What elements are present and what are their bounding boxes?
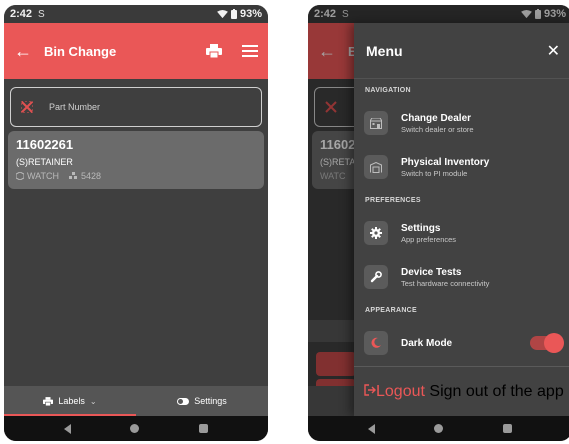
nav-recents-icon[interactable] (503, 424, 513, 433)
tab-labels-label: Labels (58, 396, 85, 406)
tab-labels[interactable]: Labels ⌄ (4, 386, 136, 416)
menu-item-sub: Switch dealer or store (401, 124, 474, 134)
menu-header: Menu ✕ (354, 23, 569, 79)
app-bar: ← Bin Change (4, 23, 268, 79)
box-icon (16, 172, 24, 180)
menu-item-settings[interactable]: Settings App preferences (354, 211, 569, 255)
menu-item-label: Change Dealer (401, 112, 472, 124)
section-navigation: NAVIGATION (365, 86, 411, 94)
logout-sub: Sign out of the app (429, 382, 564, 400)
wifi-icon (217, 9, 228, 18)
menu-item-change-dealer[interactable]: Change Dealer Switch dealer or store (354, 101, 569, 145)
menu-item-sub: Test hardware connectivity (401, 278, 490, 288)
printer-icon[interactable] (206, 44, 222, 58)
part-location: WATCH (27, 171, 59, 181)
logout-button[interactable]: Logout Sign out of the app (354, 366, 569, 416)
page-title: Bin Change (44, 43, 117, 59)
part-number-input[interactable]: Part Number (10, 87, 262, 127)
menu-item-label: Physical Inventory (401, 156, 490, 168)
part-description: (S)RETAINER (16, 157, 73, 167)
toggle-knob (544, 333, 564, 353)
printer-icon (43, 396, 54, 406)
battery-icon (230, 9, 237, 19)
section-appearance: APPEARANCE (365, 306, 418, 314)
menu-item-label: Dark Mode (401, 337, 453, 349)
side-menu-drawer: Menu ✕ NAVIGATION Change Dealer Switch d… (354, 23, 569, 416)
status-bar: 2:42 S 93% (4, 5, 268, 23)
part-number-placeholder: Part Number (49, 102, 101, 112)
menu-title: Menu (366, 42, 403, 59)
warehouse-icon (370, 161, 382, 173)
dark-mode-toggle[interactable] (530, 333, 564, 353)
phone-screen-menu-open: 2:42 S 93% ← B 11602 (S)RETAI WATC Menu … (308, 5, 569, 441)
nav-recents-icon[interactable] (199, 424, 209, 433)
sim-icon: S (38, 8, 45, 20)
wrench-icon (370, 271, 382, 283)
tab-settings-label: Settings (194, 396, 227, 406)
menu-item-label: Device Tests (401, 266, 462, 278)
bottom-tab-bar: Labels ⌄ Settings (4, 386, 268, 416)
part-quantity: 5428 (81, 171, 102, 181)
tab-settings[interactable]: Settings (136, 386, 268, 416)
moon-icon (371, 337, 381, 348)
menu-item-sub: Switch to PI module (401, 168, 468, 178)
system-nav-bar (4, 416, 268, 441)
menu-item-dark-mode[interactable]: Dark Mode (354, 321, 569, 365)
menu-item-physical-inventory[interactable]: Physical Inventory Switch to PI module (354, 145, 569, 189)
gear-icon (370, 227, 382, 239)
phone-screen-bin-change: 2:42 S 93% ← Bin Change Part Number 1160… (4, 5, 268, 441)
nav-back-icon[interactable] (367, 423, 375, 434)
system-nav-bar (308, 416, 569, 441)
nav-home-icon[interactable] (130, 424, 140, 433)
back-arrow-icon[interactable]: ← (14, 41, 38, 62)
menu-item-label: Settings (401, 222, 441, 234)
menu-item-sub: App preferences (401, 234, 457, 244)
section-preferences: PREFERENCES (365, 196, 421, 204)
store-icon (370, 117, 382, 129)
stack-icon (69, 172, 77, 179)
part-number: 11602261 (16, 137, 74, 152)
logout-icon (364, 383, 376, 396)
logout-label: Logout (376, 382, 425, 400)
barcode-scan-icon[interactable] (21, 101, 33, 113)
main-content: Part Number 11602261 (S)RETAINER WATCH 5… (4, 79, 268, 386)
toggle-icon (177, 397, 190, 405)
chevron-down-icon: ⌄ (89, 396, 97, 406)
battery-level: 93% (239, 8, 262, 20)
hamburger-menu-icon[interactable] (242, 45, 258, 57)
part-card[interactable]: 11602261 (S)RETAINER WATCH 5428 (8, 131, 264, 189)
status-time: 2:42 (10, 8, 33, 20)
menu-item-device-tests[interactable]: Device Tests Test hardware connectivity (354, 255, 569, 299)
close-icon[interactable]: ✕ (547, 41, 560, 61)
nav-back-icon[interactable] (63, 423, 71, 434)
nav-home-icon[interactable] (434, 424, 444, 433)
